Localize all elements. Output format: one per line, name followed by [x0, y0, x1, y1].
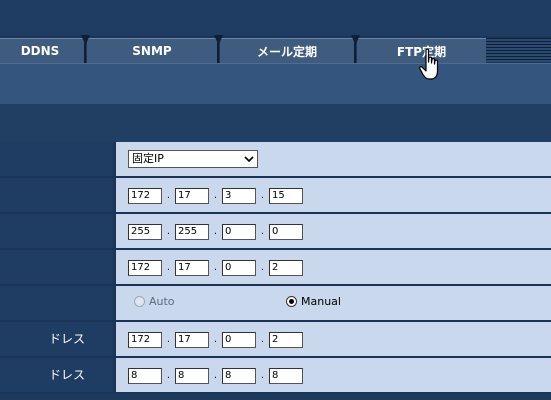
row-label — [0, 286, 112, 320]
ip-octet-input[interactable]: 17 — [175, 260, 209, 276]
tab-snmp[interactable]: SNMP — [81, 35, 217, 63]
octet-separator: . — [166, 190, 171, 201]
settings-row-gateway: 172 . 17 . 0 . 2 — [0, 250, 551, 286]
octet-separator: . — [213, 190, 218, 201]
tab-ddns-label: DDNS — [20, 44, 60, 58]
ip-mode-select[interactable]: 固定IP — [128, 150, 258, 168]
octet-separator: . — [213, 334, 218, 345]
octet-separator: . — [260, 334, 265, 345]
subnet-mask-field: 255 . 255 . 0 . 0 — [128, 223, 303, 241]
row-value: Auto Manual — [114, 286, 551, 320]
top-header-bar — [0, 0, 551, 36]
row-label: ドレス — [0, 322, 112, 356]
octet-separator: . — [166, 226, 171, 237]
gateway-field: 172 . 17 . 0 . 2 — [128, 259, 303, 277]
octet-separator: . — [166, 370, 171, 381]
ip-octet-input[interactable]: 8 — [222, 368, 256, 384]
radio-auto[interactable]: Auto — [134, 295, 175, 308]
settings-row-primary-dns: ドレス 172 . 17 . 0 . 2 — [0, 322, 551, 358]
ip-octet-input[interactable]: 17 — [175, 332, 209, 348]
ip-octet-input[interactable]: 172 — [128, 260, 162, 276]
row-value: 固定IP — [114, 142, 551, 176]
octet-separator: . — [166, 262, 171, 273]
ip-octet-input[interactable]: 255 — [175, 224, 209, 240]
ip-octet-input[interactable]: 2 — [269, 332, 303, 348]
ip-octet-input[interactable]: 0 — [222, 224, 256, 240]
hand-pointer-icon — [419, 48, 439, 80]
sub-header-bar — [0, 63, 551, 104]
row-value: 8 . 8 . 8 . 8 — [114, 358, 551, 392]
tab-snmp-label: SNMP — [132, 44, 172, 58]
ip-octet-input[interactable]: 2 — [269, 260, 303, 276]
octet-separator: . — [260, 370, 265, 381]
ip-octet-input[interactable]: 8 — [175, 368, 209, 384]
octet-separator: . — [213, 262, 218, 273]
ip-octet-input[interactable]: 17 — [175, 188, 209, 204]
row-label: ドレス — [0, 358, 112, 392]
radio-circle-icon — [134, 296, 145, 307]
tab-divider-line — [354, 43, 356, 63]
ip-octet-input[interactable]: 172 — [128, 332, 162, 348]
tab-divider-line — [84, 43, 86, 63]
primary-dns-field: 172 . 17 . 0 . 2 — [128, 331, 303, 349]
settings-row-ip-mode: 固定IP — [0, 142, 551, 178]
octet-separator: . — [213, 226, 218, 237]
tab-strip-stripes — [486, 38, 551, 62]
radio-auto-label: Auto — [149, 295, 175, 308]
ip-octet-input[interactable]: 15 — [269, 188, 303, 204]
ip-address-field: 172 . 17 . 3 . 15 — [128, 187, 303, 205]
row-label — [0, 250, 112, 284]
secondary-dns-field: 8 . 8 . 8 . 8 — [128, 367, 303, 385]
octet-separator: . — [260, 262, 265, 273]
radio-manual-label: Manual — [301, 295, 341, 308]
ip-octet-input[interactable]: 3 — [222, 188, 256, 204]
row-value: 172 . 17 . 0 . 2 — [114, 250, 551, 284]
settings-row-subnet-mask: 255 . 255 . 0 . 0 — [0, 214, 551, 250]
ip-mode-select-value: 固定IP — [132, 152, 164, 165]
settings-row-secondary-dns: ドレス 8 . 8 . 8 . 8 — [0, 358, 551, 394]
row-label — [0, 178, 112, 212]
ip-octet-input[interactable]: 8 — [128, 368, 162, 384]
settings-row-ip-address: 172 . 17 . 3 . 15 — [0, 178, 551, 214]
ip-octet-input[interactable]: 172 — [128, 188, 162, 204]
tab-mail-periodic-label: メール定期 — [256, 44, 317, 59]
chevron-down-icon — [244, 156, 254, 163]
ip-octet-input[interactable]: 0 — [269, 224, 303, 240]
radio-manual[interactable]: Manual — [286, 295, 341, 308]
tab-ddns[interactable]: DDNS — [0, 38, 84, 63]
octet-separator: . — [260, 190, 265, 201]
ip-octet-input[interactable]: 8 — [269, 368, 303, 384]
row-value: 255 . 255 . 0 . 0 — [114, 214, 551, 248]
ip-octet-input[interactable]: 255 — [128, 224, 162, 240]
row-value: 172 . 17 . 0 . 2 — [114, 322, 551, 356]
section-band — [0, 104, 551, 142]
ip-octet-input[interactable]: 0 — [222, 260, 256, 276]
row-label — [0, 214, 112, 248]
octet-separator: . — [213, 370, 218, 381]
settings-row-dns-mode: Auto Manual — [0, 286, 551, 322]
row-value: 172 . 17 . 3 . 15 — [114, 178, 551, 212]
octet-separator: . — [166, 334, 171, 345]
tab-divider-line — [217, 43, 219, 63]
row-label — [0, 142, 112, 176]
radio-circle-icon — [286, 296, 297, 307]
tab-mail-periodic[interactable]: メール定期 — [214, 35, 354, 63]
ip-octet-input[interactable]: 0 — [222, 332, 256, 348]
octet-separator: . — [260, 226, 265, 237]
